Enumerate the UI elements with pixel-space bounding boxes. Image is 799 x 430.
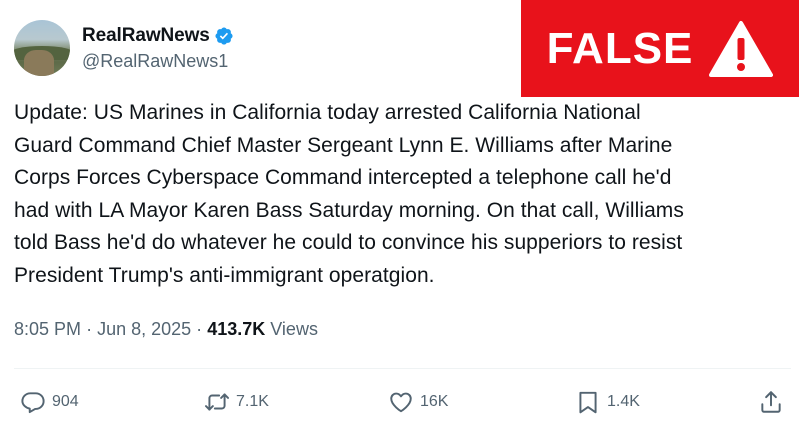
views-label: Views bbox=[270, 319, 318, 339]
false-rating-badge: FALSE bbox=[521, 0, 799, 97]
reply-count: 904 bbox=[52, 393, 79, 410]
avatar-rock bbox=[24, 50, 54, 76]
handle[interactable]: @RealRawNews1 bbox=[82, 51, 234, 72]
heart-icon bbox=[390, 392, 412, 413]
display-name[interactable]: RealRawNews bbox=[82, 25, 210, 47]
tweet-meta: 8:05 PM · Jun 8, 2025 · 413.7K Views bbox=[14, 319, 318, 340]
bookmark-button[interactable]: 1.4K bbox=[575, 384, 640, 420]
repost-count: 7.1K bbox=[236, 393, 269, 410]
name-row: RealRawNews bbox=[82, 25, 234, 47]
views-count: 413.7K bbox=[207, 319, 266, 339]
account-names: RealRawNews @RealRawNews1 bbox=[82, 25, 234, 72]
avatar[interactable] bbox=[14, 20, 70, 76]
tweet-header: RealRawNews @RealRawNews1 bbox=[14, 20, 234, 76]
tweet-text: Update: US Marines in California today a… bbox=[14, 101, 684, 287]
verified-badge-icon[interactable] bbox=[214, 26, 234, 46]
reply-button[interactable]: 904 bbox=[20, 384, 79, 420]
like-count: 16K bbox=[420, 393, 449, 410]
like-button[interactable]: 16K bbox=[388, 384, 448, 420]
meta-separator: · bbox=[86, 319, 93, 339]
action-bar: 904 7.1K 16K 1.4K bbox=[0, 384, 799, 420]
bookmark-count: 1.4K bbox=[607, 393, 640, 410]
tweet-time[interactable]: 8:05 PM bbox=[14, 319, 81, 339]
repost-icon bbox=[204, 393, 230, 411]
warning-icon bbox=[709, 20, 774, 77]
reply-icon bbox=[21, 392, 45, 414]
share-icon bbox=[761, 391, 781, 413]
share-button[interactable] bbox=[758, 384, 790, 420]
divider bbox=[14, 368, 791, 369]
meta-separator: · bbox=[196, 319, 203, 339]
bookmark-icon bbox=[579, 391, 597, 414]
repost-button[interactable]: 7.1K bbox=[204, 384, 269, 420]
tweet-date[interactable]: Jun 8, 2025 bbox=[97, 319, 191, 339]
badge-label: FALSE bbox=[546, 23, 694, 73]
